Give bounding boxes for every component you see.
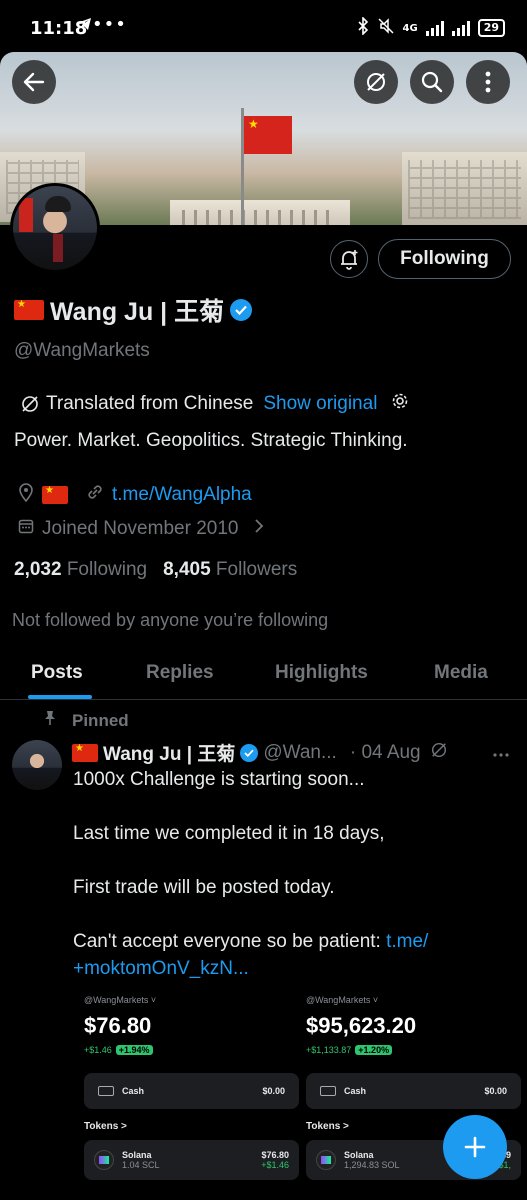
following-stat[interactable]: 2,032 Following	[14, 559, 147, 581]
more-options-button[interactable]	[466, 60, 510, 104]
network-type: 4G	[402, 22, 418, 34]
avatar-flag	[19, 198, 33, 232]
card-tokens-label: Tokens >	[84, 1121, 127, 1132]
notifications-button[interactable]	[330, 240, 368, 278]
card-change: +$1,133.87 +1.20%	[306, 1045, 521, 1055]
tweet-line: First trade will be posted today.	[73, 877, 335, 898]
back-button[interactable]	[12, 60, 56, 104]
banner-building-right	[402, 152, 527, 225]
tweet-line: Last time we completed it in 18 days,	[73, 823, 385, 844]
card-cash-row: Cash $0.00	[84, 1073, 299, 1109]
china-flag-icon	[14, 299, 44, 320]
show-original-link[interactable]: Show original	[263, 393, 377, 415]
card-handle: @WangMarkets ˅	[306, 995, 379, 1005]
profile-handle: @WangMarkets	[14, 340, 150, 361]
tweet-line: 1000x Challenge is starting soon...	[73, 769, 365, 790]
battery-icon: 29	[477, 19, 505, 37]
translated-label: Translated from Chinese	[46, 393, 254, 414]
signal-icon-2	[451, 20, 470, 36]
tweet-more-button[interactable]	[493, 742, 509, 761]
card-token-row: Solana 1.04 SCL $76.80 +$1.46	[84, 1140, 299, 1180]
verified-badge-icon[interactable]	[230, 299, 253, 321]
tweet-text[interactable]: 1000x Challenge is starting soon... Last…	[73, 766, 513, 982]
tweet-image-1[interactable]: @WangMarkets ˅ $76.80 +$1.46 +1.94% Cash $…	[84, 995, 299, 1200]
search-icon	[421, 71, 443, 93]
not-followed-note: Not followed by anyone you’re following	[12, 610, 329, 630]
translate-button[interactable]	[354, 60, 398, 104]
tweet-line: Can't accept everyone so be patient: t.m…	[73, 931, 429, 979]
tweet-avatar[interactable]	[12, 740, 62, 790]
location-icon	[18, 482, 34, 508]
more-horizontal-icon	[493, 753, 509, 757]
location-flag-icon	[42, 485, 68, 504]
profile-meta-row: t.me/WangAlpha	[18, 482, 252, 508]
verified-badge-icon	[240, 743, 259, 762]
cash-icon	[320, 1086, 336, 1096]
translate-icon[interactable]	[430, 741, 448, 765]
search-button[interactable]	[410, 60, 454, 104]
gear-icon[interactable]	[391, 392, 409, 416]
card-cash-row: Cash $0.00	[306, 1073, 521, 1109]
tab-replies[interactable]: Replies	[146, 662, 214, 684]
banner-building-center	[170, 200, 350, 225]
profile-name-row: Wang Ju | 王菊	[14, 292, 253, 328]
more-notifications-icon: •••	[92, 14, 127, 35]
pinned-label-row: Pinned	[44, 710, 129, 731]
tab-media[interactable]: Media	[434, 662, 488, 684]
solana-icon	[316, 1150, 336, 1170]
tweet-date[interactable]: · 04 Aug	[350, 742, 421, 764]
profile-bio: Power. Market. Geopolitics. Strategic Th…	[14, 430, 408, 451]
compose-button[interactable]	[443, 1115, 507, 1179]
card-change: +$1.46 +1.94%	[84, 1045, 299, 1055]
tweet-author-name[interactable]: Wang Ju | 王菊	[103, 739, 235, 766]
translate-icon	[367, 73, 385, 91]
link-icon	[86, 483, 104, 507]
chevron-right-icon	[254, 518, 264, 540]
joined-row[interactable]: Joined November 2010	[18, 518, 264, 540]
tab-highlights[interactable]: Highlights	[275, 662, 368, 684]
status-bar: 11:18 ••• 4G 29	[0, 0, 527, 56]
tweet-author-handle[interactable]: @Wan...	[263, 742, 337, 764]
tweet-flag-icon	[72, 743, 98, 762]
bell-plus-icon	[341, 250, 358, 270]
bluetooth-icon	[357, 16, 369, 39]
solana-icon	[94, 1150, 114, 1170]
signal-icon	[425, 20, 444, 36]
pinned-label: Pinned	[72, 710, 129, 730]
tweet-header: Wang Ju | 王菊 @Wan... · 04 Aug	[72, 739, 448, 766]
followers-stat[interactable]: 8,405 Followers	[163, 559, 297, 581]
banner-flag	[244, 116, 292, 154]
calendar-icon	[18, 518, 34, 540]
translation-row: Translated from Chinese Show original	[20, 392, 409, 416]
more-vertical-icon	[485, 71, 491, 93]
active-tab-indicator	[28, 695, 92, 699]
card-balance: $76.80	[84, 1013, 152, 1038]
telegram-icon	[76, 16, 92, 36]
pin-icon	[44, 710, 56, 731]
tab-posts[interactable]: Posts	[31, 662, 83, 684]
cash-icon	[98, 1086, 114, 1096]
profile-avatar[interactable]	[10, 183, 100, 273]
profile-name: Wang Ju | 王菊	[50, 298, 225, 326]
arrow-left-icon	[23, 72, 45, 92]
translate-icon	[22, 396, 38, 412]
card-handle: @WangMarkets ˅	[84, 995, 157, 1005]
mute-icon	[377, 17, 395, 39]
plus-icon	[464, 1136, 486, 1158]
card-balance: $95,623.20	[306, 1013, 417, 1038]
joined-date: Joined November 2010	[42, 518, 239, 539]
profile-link[interactable]: t.me/WangAlpha	[112, 484, 252, 506]
follow-stats: 2,032 Following 8,405 Followers	[14, 559, 297, 581]
profile-tabs: Posts Replies Highlights Media	[0, 648, 527, 700]
following-button[interactable]: Following	[378, 239, 511, 279]
